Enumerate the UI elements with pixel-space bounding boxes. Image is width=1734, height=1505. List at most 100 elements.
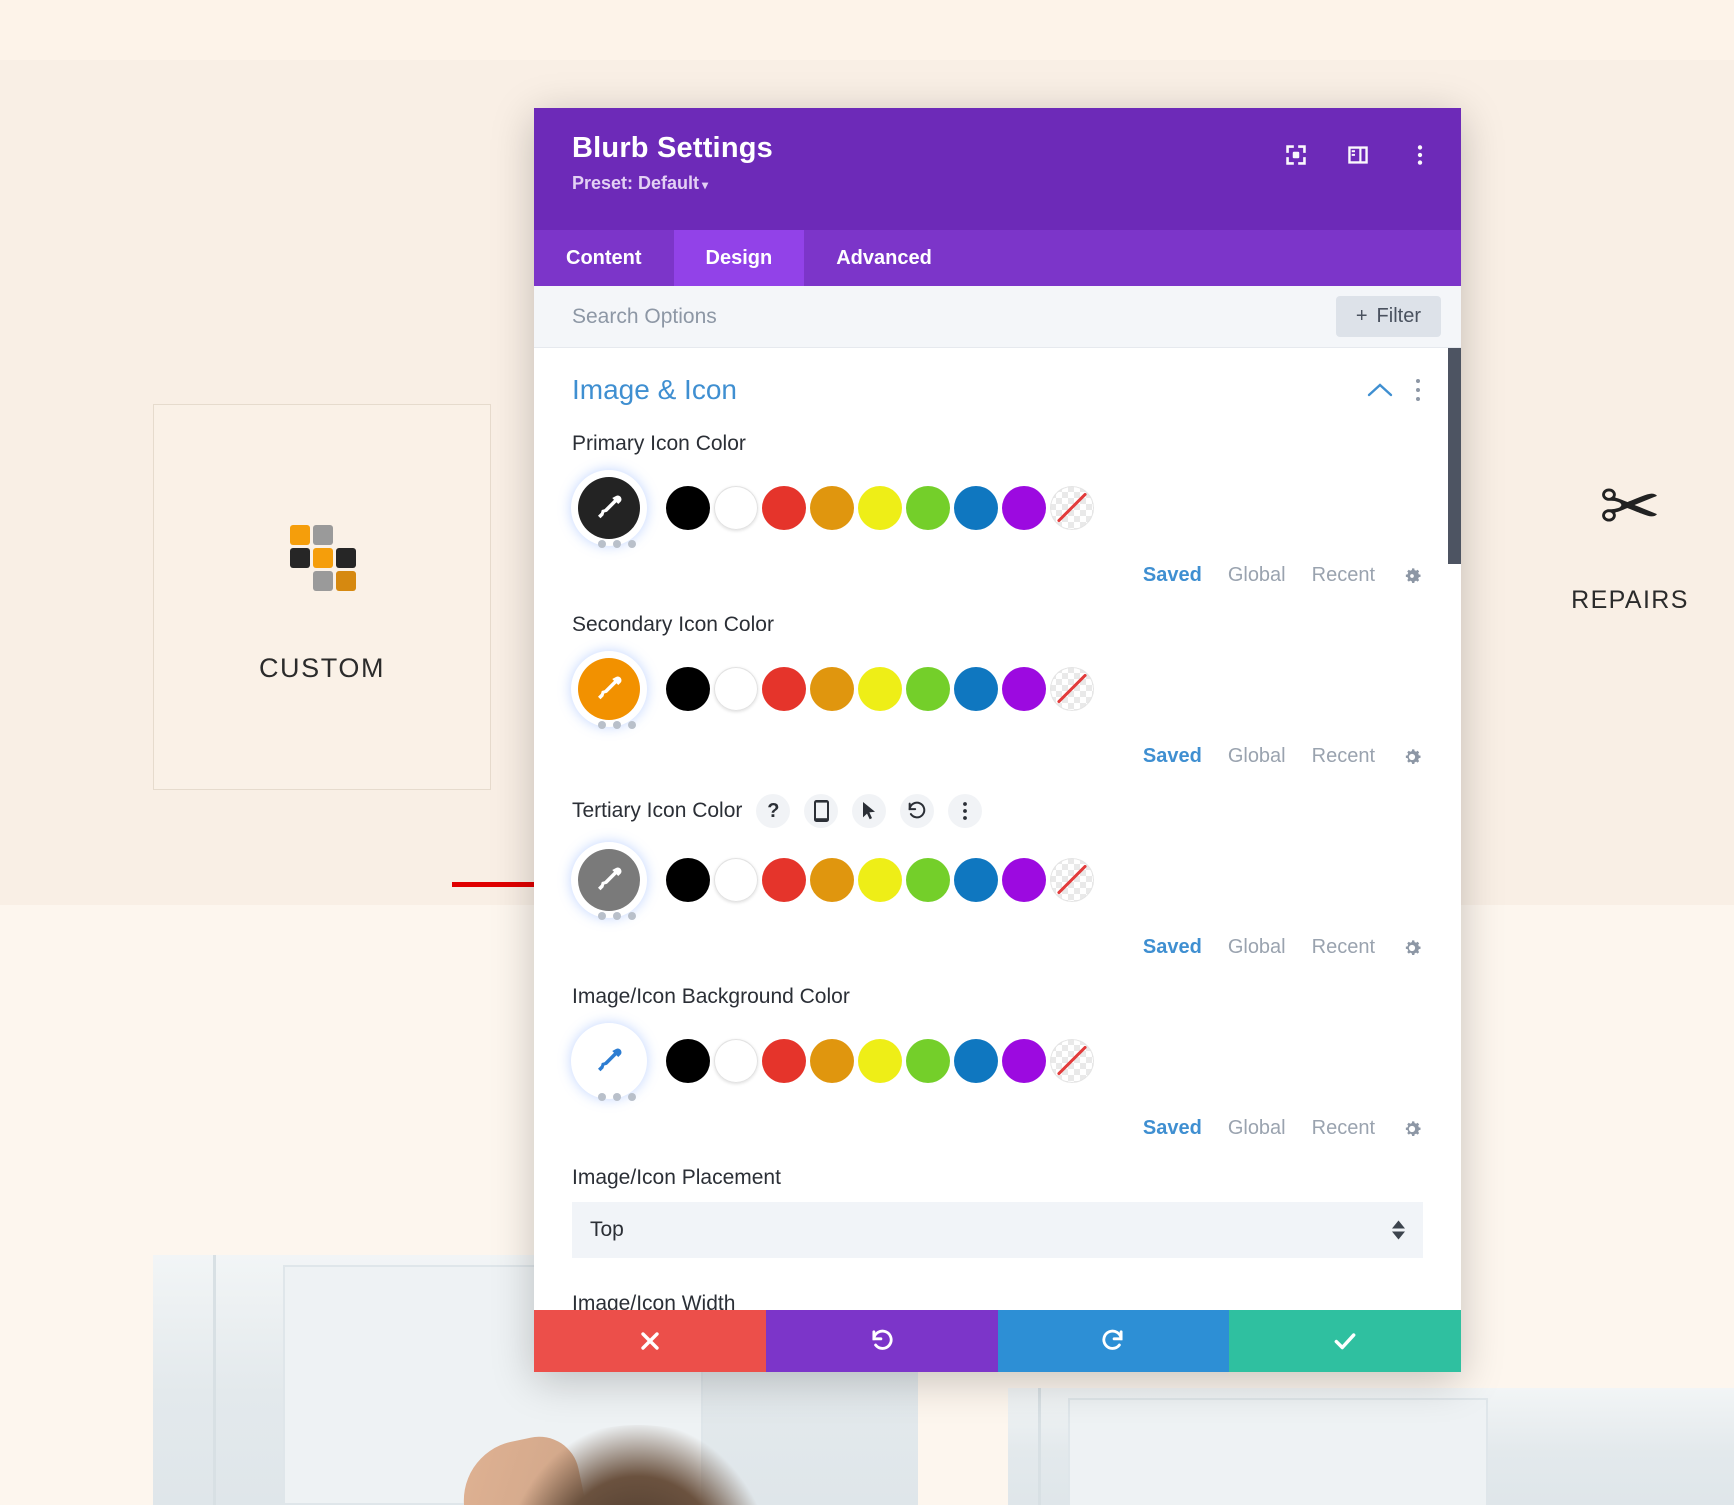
swatch-red[interactable]	[762, 667, 806, 711]
swatch-orange[interactable]	[810, 486, 854, 530]
palette-recent-link[interactable]: Recent	[1312, 745, 1375, 768]
color-picker-button[interactable]	[578, 477, 640, 539]
swatch-transparent[interactable]	[1050, 1039, 1094, 1083]
cancel-button[interactable]	[534, 1310, 766, 1372]
picker-handle-dots[interactable]	[598, 1093, 636, 1101]
gear-icon[interactable]	[1401, 565, 1423, 587]
field-secondary-icon-color: Secondary Icon Color	[534, 613, 1461, 729]
preset-selector[interactable]: Preset: Default ▾	[572, 173, 773, 194]
help-icon[interactable]: ?	[756, 794, 791, 828]
field-label: Tertiary Icon Color	[572, 799, 743, 822]
cursor-pointer-icon[interactable]	[852, 794, 887, 828]
swatch-purple[interactable]	[1002, 858, 1046, 902]
field-label: Image/Icon Background Color	[572, 985, 850, 1008]
swatch-green[interactable]	[906, 486, 950, 530]
swatch-blue[interactable]	[954, 858, 998, 902]
vertical-scrollbar-track[interactable]	[1448, 348, 1461, 1310]
swatch-red[interactable]	[762, 1039, 806, 1083]
redo-icon	[1102, 1329, 1123, 1350]
tab-content[interactable]: Content	[534, 230, 674, 286]
swatch-yellow[interactable]	[858, 1039, 902, 1083]
swatch-purple[interactable]	[1002, 667, 1046, 711]
palette-recent-link[interactable]: Recent	[1312, 564, 1375, 587]
swatch-black[interactable]	[666, 1039, 710, 1083]
swatch-transparent[interactable]	[1050, 667, 1094, 711]
save-button[interactable]	[1229, 1310, 1461, 1372]
filter-button[interactable]: + Filter	[1335, 296, 1441, 337]
swatch-green[interactable]	[906, 858, 950, 902]
swatch-yellow[interactable]	[858, 486, 902, 530]
swatch-green[interactable]	[906, 1039, 950, 1083]
swatch-yellow[interactable]	[858, 858, 902, 902]
more-vertical-icon[interactable]	[1415, 378, 1421, 402]
swatch-purple[interactable]	[1002, 486, 1046, 530]
vertical-scrollbar-thumb[interactable]	[1448, 348, 1461, 564]
palette-recent-link[interactable]: Recent	[1312, 936, 1375, 959]
section-title: Image & Icon	[572, 374, 737, 405]
field-image-icon-width-label: Image/Icon Width	[572, 1292, 736, 1310]
gear-icon[interactable]	[1401, 1118, 1423, 1140]
undo-button[interactable]	[765, 1310, 998, 1372]
repairs-service-card[interactable]: ✂ REPAIRS	[1525, 470, 1734, 615]
mobile-device-icon[interactable]	[804, 794, 839, 828]
color-swatch-row	[574, 844, 1423, 920]
layout-panel-icon[interactable]	[1345, 142, 1371, 168]
color-picker-button[interactable]	[578, 1030, 640, 1092]
close-icon	[641, 1332, 659, 1350]
swatch-yellow[interactable]	[858, 667, 902, 711]
swatch-blue[interactable]	[954, 486, 998, 530]
search-input[interactable]	[572, 304, 1324, 329]
palette-global-link[interactable]: Global	[1228, 564, 1286, 587]
gear-icon[interactable]	[1401, 746, 1423, 768]
plus-icon: +	[1355, 305, 1368, 327]
chevron-down-icon: ▾	[702, 178, 709, 192]
swatch-purple[interactable]	[1002, 1039, 1046, 1083]
tab-advanced[interactable]: Advanced	[804, 230, 964, 286]
redo-button[interactable]	[997, 1310, 1230, 1372]
field-label: Image/Icon Placement	[572, 1166, 781, 1189]
palette-global-link[interactable]: Global	[1228, 745, 1286, 768]
palette-recent-link[interactable]: Recent	[1312, 1117, 1375, 1140]
swatch-blue[interactable]	[954, 667, 998, 711]
swatch-orange[interactable]	[810, 1039, 854, 1083]
more-vertical-icon[interactable]	[948, 794, 983, 828]
reset-undo-icon[interactable]	[900, 794, 935, 828]
check-icon	[1334, 1333, 1356, 1350]
palette-saved-link[interactable]: Saved	[1143, 564, 1202, 587]
swatch-white[interactable]	[714, 858, 758, 902]
chevron-up-icon[interactable]	[1367, 381, 1393, 399]
swatch-red[interactable]	[762, 486, 806, 530]
palette-saved-link[interactable]: Saved	[1143, 936, 1202, 959]
palette-saved-link[interactable]: Saved	[1143, 745, 1202, 768]
palette-global-link[interactable]: Global	[1228, 936, 1286, 959]
field-tertiary-icon-color: Tertiary Icon Color ?	[534, 794, 1461, 920]
swatch-orange[interactable]	[810, 667, 854, 711]
swatch-red[interactable]	[762, 858, 806, 902]
swatch-transparent[interactable]	[1050, 486, 1094, 530]
picker-handle-dots[interactable]	[598, 540, 636, 548]
color-picker-button[interactable]	[578, 849, 640, 911]
focus-target-icon[interactable]	[1283, 142, 1309, 168]
background-band-top	[0, 0, 1734, 60]
field-label: Secondary Icon Color	[572, 613, 774, 636]
swatch-transparent[interactable]	[1050, 858, 1094, 902]
gear-icon[interactable]	[1401, 937, 1423, 959]
picker-handle-dots[interactable]	[598, 721, 636, 729]
placement-select[interactable]: Top	[572, 1202, 1423, 1258]
color-picker-button[interactable]	[578, 658, 640, 720]
more-vertical-icon[interactable]	[1407, 142, 1433, 168]
swatch-white[interactable]	[714, 1039, 758, 1083]
palette-global-link[interactable]: Global	[1228, 1117, 1286, 1140]
swatch-black[interactable]	[666, 486, 710, 530]
swatch-black[interactable]	[666, 858, 710, 902]
swatch-orange[interactable]	[810, 858, 854, 902]
custom-service-card[interactable]: CUSTOM	[153, 404, 491, 790]
tab-design[interactable]: Design	[673, 230, 805, 286]
swatch-white[interactable]	[714, 486, 758, 530]
picker-handle-dots[interactable]	[598, 912, 636, 920]
swatch-white[interactable]	[714, 667, 758, 711]
palette-saved-link[interactable]: Saved	[1143, 1117, 1202, 1140]
swatch-black[interactable]	[666, 667, 710, 711]
swatch-green[interactable]	[906, 667, 950, 711]
swatch-blue[interactable]	[954, 1039, 998, 1083]
